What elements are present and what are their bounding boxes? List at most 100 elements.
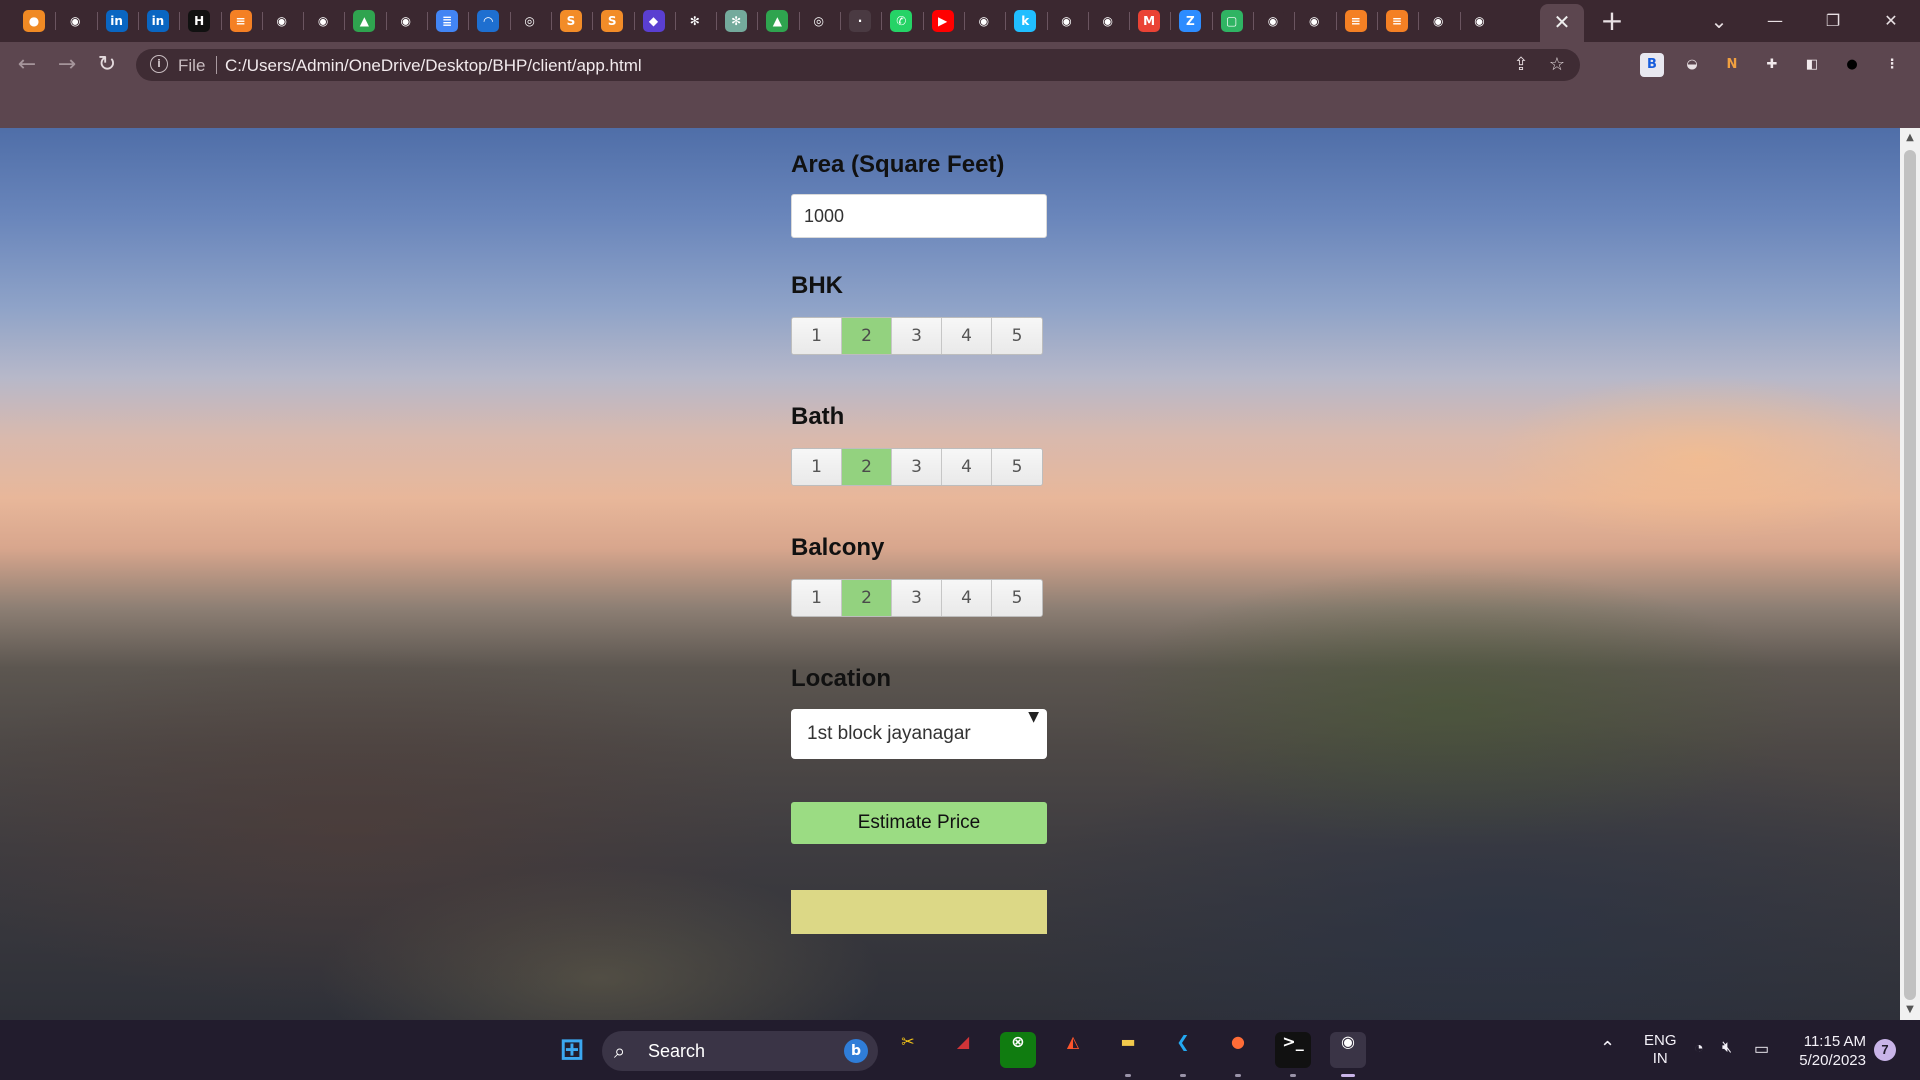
balcony-option-3[interactable]: 3 <box>892 580 942 616</box>
postman-icon[interactable]: ● <box>1220 1032 1256 1068</box>
blank-page-icon[interactable]: · <box>849 10 871 32</box>
linkedin-icon[interactable]: in <box>146 10 169 32</box>
google-drive-icon[interactable]: ▲ <box>353 10 376 32</box>
snipping-tool-icon[interactable]: ✂ <box>890 1032 926 1068</box>
back-button[interactable]: ← <box>12 50 42 80</box>
mask-extension-icon[interactable]: ◒ <box>1680 53 1704 77</box>
kebab-menu-icon[interactable]: ⋮ <box>1880 53 1904 77</box>
scroll-up-icon[interactable]: ▲ <box>1904 132 1916 144</box>
screen-icon[interactable]: ▢ <box>1220 10 1243 32</box>
github-icon[interactable]: ◉ <box>1055 10 1078 32</box>
taskbar-search[interactable]: ⌕ Search b <box>602 1031 878 1071</box>
xbox-icon[interactable]: ⊗ <box>1000 1032 1036 1068</box>
puzzle-icon[interactable]: ✚ <box>1760 53 1784 77</box>
globe-icon[interactable]: ◎ <box>518 10 541 32</box>
bing-icon[interactable]: b <box>844 1039 868 1063</box>
reload-button[interactable]: ↻ <box>92 50 122 80</box>
clock[interactable]: 11:15 AM 5/20/2023 <box>1796 1032 1866 1080</box>
close-window-button[interactable]: ✕ <box>1868 6 1914 36</box>
google-drive-icon[interactable]: ▲ <box>766 10 789 32</box>
github-icon[interactable]: ◉ <box>394 10 417 32</box>
minimize-button[interactable]: — <box>1752 6 1798 36</box>
forward-button[interactable]: → <box>52 50 82 80</box>
tab-separator <box>1459 12 1461 30</box>
language-indicator[interactable]: ENG IN <box>1644 1032 1677 1080</box>
kaggle-icon[interactable]: k <box>1014 10 1037 32</box>
bookmark-star-icon[interactable]: ☆ <box>1546 54 1568 76</box>
stackoverflow-icon[interactable]: ≡ <box>1344 10 1367 32</box>
stackoverflow-icon[interactable]: ≡ <box>229 10 252 32</box>
tab-search-chevron-icon[interactable]: ⌄ <box>1696 6 1742 36</box>
chatgpt-icon[interactable]: ✻ <box>725 10 748 32</box>
page-scrollbar[interactable]: ▲ ▼ <box>1900 128 1920 1020</box>
balcony-option-1[interactable]: 1 <box>792 580 842 616</box>
github-icon[interactable]: ◉ <box>270 10 293 32</box>
chatgpt-icon[interactable]: ✻ <box>683 10 706 32</box>
start-icon[interactable]: ⊞ <box>554 1032 590 1068</box>
balcony-option-2[interactable]: 2 <box>842 580 892 616</box>
bath-option-4[interactable]: 4 <box>942 449 992 485</box>
app-red-icon[interactable]: ◢ <box>945 1032 981 1068</box>
wifi-icon[interactable]: ◔ <box>1694 1040 1704 1080</box>
close-tab-icon[interactable]: ✕ <box>1554 10 1571 34</box>
balcony-option-4[interactable]: 4 <box>942 580 992 616</box>
info-icon[interactable]: i <box>150 55 168 73</box>
restore-button[interactable]: ❐ <box>1810 6 1856 36</box>
location-select[interactable]: 1st block jayanagar ▼ <box>791 709 1047 759</box>
balcony-option-5[interactable]: 5 <box>992 580 1042 616</box>
terminal-icon[interactable]: >_ <box>1275 1032 1311 1068</box>
bath-option-5[interactable]: 5 <box>992 449 1042 485</box>
chrome-icon[interactable]: ◉ <box>1427 10 1450 32</box>
stackoverflow-icon[interactable]: ≡ <box>1385 10 1408 32</box>
sidepanel-icon[interactable]: ◧ <box>1800 53 1824 77</box>
volume-muted-icon[interactable]: 🔇︎ <box>1722 1039 1732 1080</box>
bitwarden-icon[interactable]: B <box>1640 53 1664 77</box>
brave-icon[interactable]: ◭ <box>1055 1032 1091 1068</box>
vscode-icon[interactable]: ❮ <box>1165 1032 1201 1068</box>
tray-chevron-icon[interactable]: ⌃ <box>1600 1038 1615 1080</box>
profile-avatar-icon[interactable]: ● <box>1840 53 1864 77</box>
file-explorer-icon[interactable]: ▬ <box>1110 1032 1146 1068</box>
github-icon[interactable]: ◉ <box>1303 10 1326 32</box>
globe-icon[interactable]: ◎ <box>807 10 830 32</box>
notion-icon[interactable]: N <box>1720 53 1744 77</box>
bhk-option-5[interactable]: 5 <box>992 318 1042 354</box>
sublime-icon[interactable]: S <box>601 10 624 32</box>
share-icon[interactable]: ⇪ <box>1510 54 1532 76</box>
hackerrank-icon[interactable]: H <box>188 10 211 32</box>
chrome-icon[interactable]: ◉ <box>1468 10 1491 32</box>
area-input[interactable]: 1000 <box>791 194 1047 238</box>
whatsapp-icon[interactable]: ✆ <box>890 10 913 32</box>
github-icon[interactable]: ◉ <box>1262 10 1284 32</box>
linkedin-icon[interactable]: in <box>105 10 128 32</box>
shield-icon[interactable]: ◆ <box>642 10 665 32</box>
chrome-icon[interactable]: ◉ <box>1330 1032 1366 1068</box>
address-bar[interactable]: i File C:/Users/Admin/OneDrive/Desktop/B… <box>136 49 1580 81</box>
bhk-option-2[interactable]: 2 <box>842 318 892 354</box>
github-icon[interactable]: ◉ <box>64 10 87 32</box>
github-icon[interactable]: ◉ <box>312 10 335 32</box>
bath-option-1[interactable]: 1 <box>792 449 842 485</box>
url-text[interactable]: C:/Users/Admin/OneDrive/Desktop/BHP/clie… <box>225 56 642 76</box>
firefox-icon[interactable]: ● <box>23 10 45 32</box>
github-icon[interactable]: ◉ <box>972 10 995 32</box>
bhk-option-4[interactable]: 4 <box>942 318 992 354</box>
github-icon[interactable]: ◉ <box>1096 10 1119 32</box>
estimate-price-button[interactable]: Estimate Price <box>791 802 1047 844</box>
scroll-down-icon[interactable]: ▼ <box>1904 1004 1916 1016</box>
youtube-icon[interactable]: ▶ <box>931 10 954 32</box>
bath-option-2[interactable]: 2 <box>842 449 892 485</box>
google-docs-icon[interactable]: ≣ <box>436 10 458 32</box>
battery-icon[interactable]: ▭ <box>1754 1039 1769 1080</box>
sublime-icon[interactable]: S <box>559 10 582 32</box>
scrollbar-thumb[interactable] <box>1904 150 1916 1000</box>
zoom-icon[interactable]: Z <box>1179 10 1202 32</box>
bhk-option-3[interactable]: 3 <box>892 318 942 354</box>
bhk-option-1[interactable]: 1 <box>792 318 842 354</box>
bath-option-3[interactable]: 3 <box>892 449 942 485</box>
notification-badge[interactable]: 7 <box>1874 1039 1896 1061</box>
active-tab[interactable]: ✕ <box>1540 4 1584 42</box>
gmail-icon[interactable]: M <box>1138 10 1161 32</box>
edge-icon[interactable]: ◠ <box>477 10 500 32</box>
new-tab-button[interactable]: + <box>1596 6 1628 38</box>
